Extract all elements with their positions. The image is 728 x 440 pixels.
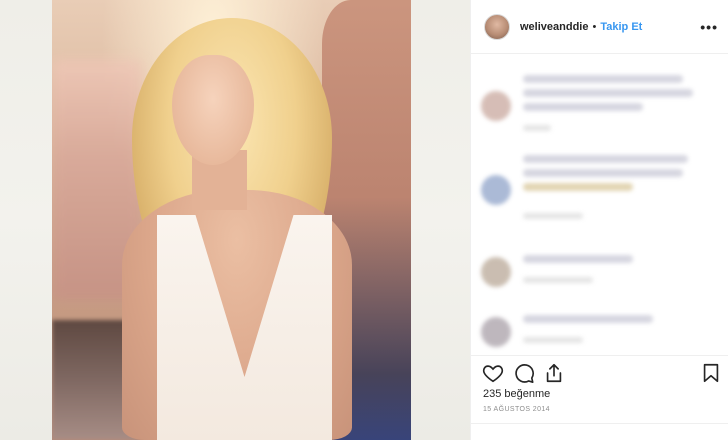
list-item (481, 153, 721, 223)
list-item (481, 313, 721, 353)
divider (471, 423, 728, 424)
username-link[interactable]: weliveanddie (520, 21, 588, 33)
follow-button[interactable]: Takip Et (600, 21, 642, 33)
post-header: weliveanddie • Takip Et ••• (471, 0, 728, 54)
post-photo[interactable] (52, 0, 411, 440)
comments-list[interactable] (471, 55, 728, 355)
more-options-icon[interactable]: ••• (700, 19, 718, 35)
post-actions (471, 355, 728, 387)
bookmark-icon[interactable] (700, 362, 722, 384)
avatar[interactable] (484, 13, 510, 40)
header-separator: • (592, 20, 597, 33)
post-date: 15 AĞUSTOS 2014 (483, 406, 550, 413)
share-icon[interactable] (543, 362, 565, 384)
post-media (0, 0, 470, 440)
heart-icon[interactable] (482, 362, 504, 384)
list-item (481, 253, 721, 293)
list-item (481, 73, 721, 133)
media-letterbox-left (0, 0, 52, 440)
comment-icon[interactable] (513, 362, 535, 384)
likes-count[interactable]: 235 beğenme (483, 388, 550, 400)
post-side-panel: weliveanddie • Takip Et ••• 235 beğenme … (470, 0, 728, 440)
media-letterbox-right (411, 0, 470, 440)
